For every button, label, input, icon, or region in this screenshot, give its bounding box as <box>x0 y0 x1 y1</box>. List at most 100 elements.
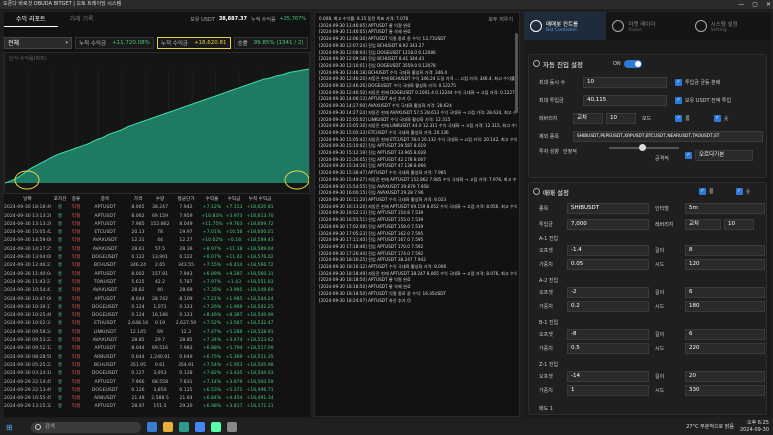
table-row[interactable]: 2024-09-30 08:28:50 롱 익절 ARBUSDT 0.644 1,240.… <box>4 354 310 362</box>
use-all-usdt-checkbox[interactable]: ✓ <box>675 97 682 104</box>
seed-input[interactable]: 220 <box>685 343 765 354</box>
table-header-cell[interactable]: 종류 <box>69 196 83 204</box>
table-row[interactable]: 2024-09-30 14:27:25 롱 익절 AVAXUSDT 28.61 57.5 2… <box>4 246 310 254</box>
symbol-select[interactable]: SHIBUSDT <box>567 203 649 214</box>
table-row[interactable]: 2024-09-30 10:25:48 롱 익절 DOGEUSDT 0.124 16,18… <box>4 312 310 320</box>
trade-leverage-mode[interactable]: 교차 <box>685 219 721 230</box>
table-header-cell[interactable]: 날짜 <box>4 196 51 204</box>
table-row[interactable]: 2024-09-30 09:52:12 롱 익절 APTUSDT 8.044 69.516… <box>4 345 310 353</box>
length-input[interactable]: 6 <box>685 287 765 298</box>
seed-input[interactable]: 180 <box>685 301 765 312</box>
sort-select[interactable]: 오르다기본 <box>695 150 753 161</box>
table-row[interactable]: 2024-09-30 15:05:42 롱 익절 ETCUSDT 20.13 78 19.9… <box>4 229 310 237</box>
long-checkbox[interactable]: ✓ <box>675 115 683 122</box>
table-header-cell[interactable]: 포지션 <box>51 196 69 204</box>
weight-input[interactable]: 0.5 <box>567 343 649 354</box>
trade-leverage-input[interactable]: 10 <box>724 219 754 230</box>
table-row[interactable]: 2024-09-30 10:47:00 롱 익절 APTUSDT 8.044 28.742… <box>4 296 310 304</box>
app-icon-2[interactable] <box>162 422 173 432</box>
table-row[interactable]: 2024-09-30 13:13:20 롱 익절 APTUSDT 7.985 152.86… <box>4 221 310 229</box>
table-cell: ETHUSDT <box>94 321 116 327</box>
offset-input[interactable]: -2 <box>567 287 649 298</box>
length-input[interactable]: 20 <box>685 371 765 382</box>
pin-icon <box>533 60 540 67</box>
seed-input[interactable]: 120 <box>685 259 765 270</box>
table-row[interactable]: 2024-09-30 05:25:22 롱 익절 BCHUSDT 351.95 0.61 3… <box>4 362 310 370</box>
weight-input[interactable]: 0.2 <box>567 301 649 312</box>
table-row[interactable]: 2024-09-30 10:39:17 롱 익절 DOGEUSDT 0.124 1,071… <box>4 304 310 312</box>
table-row[interactable]: 2024-09-29 16:55:45 롱 익절 ARBUSDT 21.48 2,588.… <box>4 395 310 403</box>
weight-input[interactable]: 0.05 <box>567 259 649 270</box>
table-row[interactable]: 2024-09-30 11:43:21 롱 익절 TONUSDT 5.615 42.2 5.… <box>4 279 310 287</box>
sort-checkbox[interactable]: ✓ <box>685 152 692 159</box>
table-header-cell[interactable]: 종목 <box>83 196 127 204</box>
table-row[interactable]: 2024-09-30 13:13:20 롱 익절 APTUSDT 8.062 69.159… <box>4 213 310 221</box>
chart-area <box>5 69 309 183</box>
close-button[interactable]: ✕ <box>766 0 771 9</box>
log-scrollbar[interactable] <box>515 33 518 113</box>
tab-trade-history[interactable]: 거래 기록 <box>58 13 106 27</box>
trade-short-checkbox[interactable]: ✓ <box>735 188 743 195</box>
app-icon-6[interactable] <box>226 422 237 432</box>
app-icon-5[interactable] <box>210 422 221 432</box>
app-icon-4[interactable] <box>194 422 205 432</box>
table-header-cell[interactable]: 평균단가 <box>171 196 201 204</box>
table-row[interactable]: 2024-09-30 18:18:49 롱 익절 APTUSDT 8.065 38.247… <box>4 204 310 212</box>
offset-input[interactable]: -8 <box>567 329 649 340</box>
leverage-input[interactable]: 10 <box>606 113 636 124</box>
excluded-symbols-input[interactable]: SHIBUSDT,PEPEUSDT,XRPUSDT,BTCUSDT,NEARUS… <box>573 131 763 142</box>
maximize-button[interactable]: ▢ <box>752 0 758 9</box>
auto-entry-toggle[interactable] <box>623 60 642 68</box>
table-cell: +18,600.01 <box>246 230 274 236</box>
seed-input[interactable]: 330 <box>685 385 765 396</box>
table-row[interactable]: 2024-09-29 22:14:45 롱 익절 APTUSDT 7.966 68.558… <box>4 379 310 387</box>
offset-input[interactable]: -1.4 <box>567 245 649 256</box>
table-cell: 롱 <box>57 230 63 236</box>
max-positions-input[interactable]: 10 <box>583 77 667 88</box>
leverage-mode-select[interactable]: 교차 <box>573 113 603 124</box>
table-header-cell[interactable]: 수익금 <box>223 196 245 204</box>
short-checkbox[interactable]: ✓ <box>713 115 721 122</box>
app-icon-3[interactable] <box>178 422 189 432</box>
trade-amount-input[interactable]: 7,000 <box>567 219 649 230</box>
table-row[interactable]: 2024-09-30 03:24:10 롱 익절 DOGEUSDT 0.127 3,953… <box>4 370 310 378</box>
minimize-button[interactable]: — <box>738 0 744 9</box>
table-row[interactable]: 2024-09-29 13:15:32 롱 익절 APTUSDT 28.97 151.5 2… <box>4 403 310 411</box>
table-row[interactable]: 2024-09-30 12:46:21 롱 익절 BCHUSDT 346.24 2.65 3… <box>4 262 310 270</box>
table-header-cell[interactable]: 수익율 <box>201 196 223 204</box>
taskbar-search[interactable]: 검색 <box>30 421 141 433</box>
table-cell: 38.247 <box>151 205 169 211</box>
table-cell: 0.649 <box>179 354 193 360</box>
table-header-cell[interactable]: 누적 수익금 <box>245 196 275 204</box>
offset-input[interactable]: -14 <box>567 371 649 382</box>
length-input[interactable]: 8 <box>685 245 765 256</box>
length-input[interactable]: 6 <box>685 329 765 340</box>
table-row[interactable]: 2024-09-30 09:58:24 롱 익절 LINKUSDT 12.145 69 12… <box>4 329 310 337</box>
table-header-cell[interactable]: 수량 <box>149 196 171 204</box>
trade-long-checkbox[interactable]: ✓ <box>699 188 706 195</box>
table-row[interactable]: 2024-09-30 09:53:22 롱 익절 AVAXUSDT 28.85 29.7 2… <box>4 337 310 345</box>
table-cell: 29.20 <box>179 404 193 410</box>
clear-logs-button[interactable]: 모두 지우기 <box>488 16 513 23</box>
table-row[interactable]: 2024-09-30 13:04:00 롱 익절 DOGEUSDT 0.122 13,90… <box>4 254 310 262</box>
nav-bot-controller[interactable]: 매매봇 컨트롤 Bot Controller <box>524 12 607 40</box>
windows-start-icon[interactable]: ⊞ <box>6 423 13 432</box>
table-header-cell[interactable]: 가격 <box>127 196 149 204</box>
weight-input[interactable]: 1 <box>567 385 649 396</box>
table-row[interactable]: 2024-09-30 10:02:31 롱 익절 ETHUSDT 2,648.16 0.1… <box>4 320 310 328</box>
nav-market-radar[interactable]: 마켓 레이더 Radar <box>606 12 688 40</box>
interval-select[interactable]: 5m <box>685 203 765 214</box>
table-row[interactable]: 2024-09-30 14:59:00 롱 익절 AVAXUSDT 12.31 44 12.… <box>4 237 310 245</box>
table-row[interactable]: 2024-09-30 11:40:04 롱 익절 APTUSDT 8.002 157.91… <box>4 271 310 279</box>
table-row[interactable]: 2024-09-29 22:13:49 롱 익절 DOGEUSDT 0.126 3,850… <box>4 387 310 395</box>
max-amount-input[interactable]: 40,115 <box>583 95 667 106</box>
tab-profit-report[interactable]: 수익 리포트 <box>4 13 58 27</box>
equal-split-checkbox[interactable]: ✓ <box>675 79 682 86</box>
tendency-slider[interactable] <box>609 144 679 151</box>
nav-system-settings[interactable]: 시스템 설정 Setting <box>689 12 771 40</box>
filter-select[interactable]: 전체 <box>4 37 72 49</box>
tendency-slider-knob[interactable] <box>639 144 646 151</box>
app-icon-1[interactable] <box>146 422 157 432</box>
table-row[interactable]: 2024-09-30 10:54:41 롱 익절 AVAXUSDT 28.82 40 28.… <box>4 287 310 295</box>
table-cell: +5.369 <box>225 354 243 360</box>
